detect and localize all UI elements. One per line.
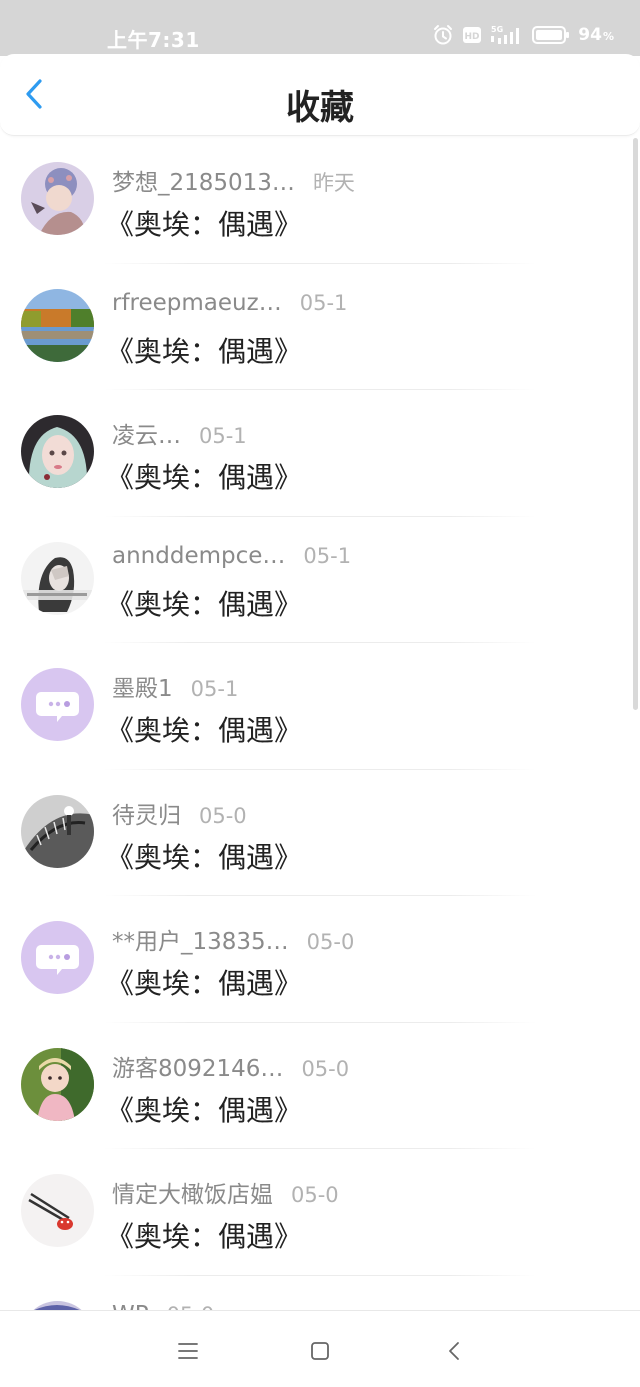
default-chat-avatar-icon <box>21 921 94 994</box>
default-chat-avatar-icon <box>21 668 94 741</box>
item-user: 梦想_2185013… 昨天 <box>112 170 355 196</box>
svg-text:5G: 5G <box>491 25 503 34</box>
item-title: 《奥埃：偶遇》 <box>106 587 303 621</box>
avatar[interactable] <box>21 921 94 994</box>
home-button[interactable] <box>302 1333 338 1369</box>
home-square-icon <box>311 1342 329 1360</box>
menu-button[interactable] <box>170 1333 206 1369</box>
item-user: 凌云… 05-1 <box>112 423 247 449</box>
list-item[interactable]: 游客8092146… 05-0 《奥埃：偶遇》 <box>0 1023 640 1149</box>
item-title: 《奥埃：偶遇》 <box>106 967 303 1000</box>
item-title: 《奥埃：偶遇》 <box>106 1220 303 1253</box>
crab-chopsticks-avatar-icon <box>21 1174 94 1247</box>
alarm-icon <box>432 24 454 46</box>
avatar[interactable] <box>21 1174 94 1247</box>
scrollbar[interactable] <box>633 138 638 710</box>
5g-signal-icon: 5G <box>490 24 524 46</box>
nav-back-button[interactable] <box>436 1333 472 1369</box>
avatar[interactable] <box>21 1300 94 1310</box>
avatar[interactable] <box>21 794 94 868</box>
item-date: 05-1 <box>199 424 247 448</box>
svg-text:HD: HD <box>465 32 480 42</box>
header: 收藏 <box>0 54 640 136</box>
item-title: 《奥埃：偶遇》 <box>106 1093 303 1127</box>
list-item[interactable]: 凌云… 05-1 《奥埃：偶遇》 <box>0 390 640 517</box>
item-date: 05-0 <box>291 1183 339 1207</box>
list-item[interactable]: 待灵归 05-0 《奥埃：偶遇》 <box>0 770 640 896</box>
favorites-list: 梦想_2185013… 昨天 《奥埃：偶遇》 rfreepmaeuz… 05-1 《… <box>0 137 640 1310</box>
item-date: 昨天 <box>312 171 355 195</box>
hd-icon: HD <box>462 26 482 44</box>
item-date: 05-1 <box>299 290 348 315</box>
battery-level: 94% <box>578 25 614 45</box>
list-item[interactable]: WP05-0 <box>0 1276 640 1311</box>
back-triangle-icon <box>449 1342 459 1360</box>
girl-portrait-avatar-icon <box>21 415 94 488</box>
avatar[interactable] <box>21 1047 94 1121</box>
avatar[interactable] <box>21 288 94 362</box>
anime-girl-avatar-icon <box>21 162 94 235</box>
status-icons: HD 5G 94% <box>432 24 614 46</box>
child-photo-avatar-icon <box>21 1047 94 1121</box>
list-item[interactable]: 梦想_2185013… 昨天 《奥埃：偶遇》 <box>0 137 640 264</box>
item-user: 待灵归 05-0 <box>112 802 247 829</box>
status-bar: 上午7:31 HD 5G 94% <box>0 0 640 56</box>
item-title: 《奥埃：偶遇》 <box>106 714 303 747</box>
avatar[interactable] <box>21 162 94 235</box>
item-user: annddempce… 05-1 <box>112 542 352 569</box>
item-user: 墨殿1 05-1 <box>112 676 239 702</box>
item-date: 05-0 <box>301 1056 350 1081</box>
item-title: 《奥埃：偶遇》 <box>106 208 303 241</box>
item-user: 情定大橄饭店媪 05-0 <box>112 1182 339 1208</box>
list-item[interactable]: 墨殿1 05-1 《奥埃：偶遇》 <box>0 643 640 770</box>
status-time: 上午7:31 <box>107 28 200 52</box>
landscape-avatar-icon <box>21 288 94 362</box>
avatar[interactable] <box>21 415 94 488</box>
partial-avatar-icon <box>21 1300 94 1310</box>
list-item[interactable]: **用户_13835… 05-0 《奥埃：偶遇》 <box>0 896 640 1023</box>
item-date: 05-0 <box>199 803 247 828</box>
bw-girl-avatar-icon <box>21 541 94 615</box>
item-date: 05-0 <box>306 930 355 954</box>
bw-feather-avatar-icon <box>21 794 94 868</box>
list-item[interactable]: annddempce… 05-1 《奥埃：偶遇》 <box>0 517 640 643</box>
item-title: 《奥埃：偶遇》 <box>106 461 303 494</box>
list-item[interactable]: rfreepmaeuz… 05-1 《奥埃：偶遇》 <box>0 264 640 390</box>
battery-icon <box>532 25 570 45</box>
menu-icon <box>178 1343 198 1359</box>
item-user: 游客8092146… 05-0 <box>112 1055 350 1082</box>
avatar[interactable] <box>21 541 94 615</box>
page-title: 收藏 <box>286 88 354 128</box>
item-title: 《奥埃：偶遇》 <box>106 334 303 368</box>
list-item[interactable]: 情定大橄饭店媪 05-0 《奥埃：偶遇》 <box>0 1149 640 1276</box>
item-user: WP05-0 <box>112 1302 214 1311</box>
item-date: 05-1 <box>303 543 352 568</box>
item-title: 《奥埃：偶遇》 <box>106 840 303 874</box>
nav-bar <box>0 1310 640 1387</box>
item-date: 05-1 <box>190 677 239 701</box>
item-user: **用户_13835… 05-0 <box>112 929 355 955</box>
avatar[interactable] <box>21 668 94 741</box>
item-date: 05-0 <box>167 1303 215 1311</box>
item-user: rfreepmaeuz… 05-1 <box>112 289 348 316</box>
